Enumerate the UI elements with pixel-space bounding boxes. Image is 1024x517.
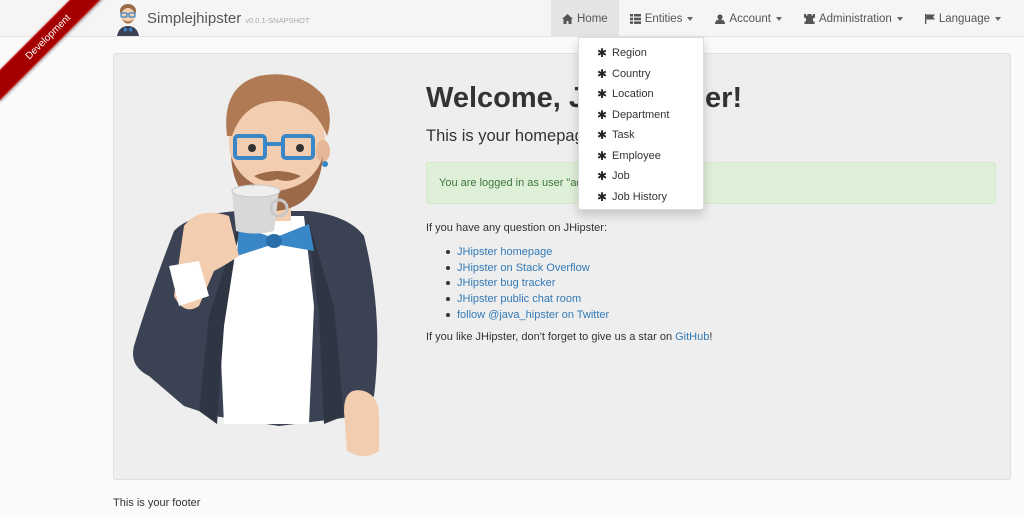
nav-entities-label: Entities xyxy=(644,12,683,25)
jhipster-links: JHipster homepage JHipster on Stack Over… xyxy=(446,244,609,323)
chevron-down-icon xyxy=(687,16,694,21)
list-item: JHipster on Stack Overflow xyxy=(446,260,609,276)
entity-label: Employee xyxy=(612,149,661,162)
star-suffix: ! xyxy=(709,331,713,343)
link-stack-overflow[interactable]: JHipster on Stack Overflow xyxy=(457,262,590,274)
footer: This is your footer xyxy=(113,497,201,509)
question-text: If you have any question on JHipster: xyxy=(426,222,607,234)
flag-icon xyxy=(924,13,935,24)
entity-task[interactable]: ✱ Task xyxy=(579,125,703,146)
development-ribbon: Development xyxy=(0,0,110,102)
chevron-down-icon xyxy=(995,16,1002,21)
entity-job-history[interactable]: ✱ Job History xyxy=(579,187,703,208)
entity-label: Department xyxy=(612,108,670,121)
nav-entities[interactable]: Entities xyxy=(619,0,705,37)
title-start: Welcome, J xyxy=(426,82,586,114)
list-item: JHipster homepage xyxy=(446,244,609,260)
brand-name: Simplejhipster xyxy=(147,10,242,27)
entity-job[interactable]: ✱ Job xyxy=(579,166,703,187)
login-alert-text: You are logged in as user "ad xyxy=(439,177,583,189)
asterisk-icon: ✱ xyxy=(597,148,608,163)
list-item: follow @java_hipster on Twitter xyxy=(446,307,609,323)
chevron-down-icon xyxy=(775,16,782,21)
welcome-jumbotron: Welcome, J er! This is your homepage You … xyxy=(113,53,1011,480)
hipster-illustration xyxy=(133,74,379,456)
link-bug-tracker[interactable]: JHipster bug tracker xyxy=(457,277,555,289)
link-chat-room[interactable]: JHipster public chat room xyxy=(457,293,581,305)
link-twitter[interactable]: follow @java_hipster on Twitter xyxy=(457,309,609,321)
brand-version: v0.0.1-SNAPSHOT xyxy=(245,16,310,25)
list-item: JHipster bug tracker xyxy=(446,276,609,292)
entities-dropdown-menu: ✱ Region ✱ Country ✱ Location ✱ Department ✱… xyxy=(578,37,704,210)
dev-ribbon-container: Development xyxy=(0,0,110,110)
nav-account-label: Account xyxy=(729,12,771,25)
github-star-text: If you like JHipster, don't forget to gi… xyxy=(426,331,712,343)
entity-employee[interactable]: ✱ Employee xyxy=(579,146,703,167)
nav-home-label: Home xyxy=(577,12,608,25)
asterisk-icon: ✱ xyxy=(597,107,608,122)
entity-label: Location xyxy=(612,88,654,101)
nav-home[interactable]: Home xyxy=(551,0,619,37)
asterisk-icon: ✱ xyxy=(597,128,608,143)
list-item: JHipster public chat room xyxy=(446,291,609,307)
page-subtitle: This is your homepage xyxy=(426,127,593,145)
nav-account[interactable]: Account xyxy=(704,0,793,37)
home-icon xyxy=(562,13,573,24)
tower-icon xyxy=(803,13,815,24)
entity-location[interactable]: ✱ Location xyxy=(579,84,703,105)
entity-label: Job xyxy=(612,170,630,183)
nav-language[interactable]: Language xyxy=(914,0,1012,37)
entity-label: Job History xyxy=(612,190,668,203)
hipster-logo-icon xyxy=(117,3,139,36)
link-homepage[interactable]: JHipster homepage xyxy=(457,246,552,258)
brand-link[interactable]: Simplejhipster v0.0.1-SNAPSHOT xyxy=(113,0,309,37)
entity-region[interactable]: ✱ Region xyxy=(579,43,703,64)
login-alert: You are logged in as user "ad xyxy=(426,162,996,204)
main-nav: Home Entities Account Administration Lan… xyxy=(551,0,1012,37)
github-link[interactable]: GitHub xyxy=(675,331,709,343)
asterisk-icon: ✱ xyxy=(597,87,608,102)
nav-administration-label: Administration xyxy=(818,12,892,25)
asterisk-icon: ✱ xyxy=(597,189,608,204)
chevron-down-icon xyxy=(896,16,903,21)
entity-label: Region xyxy=(612,47,647,60)
star-prefix: If you like JHipster, don't forget to gi… xyxy=(426,331,676,343)
entity-country[interactable]: ✱ Country xyxy=(579,64,703,85)
asterisk-icon: ✱ xyxy=(597,46,608,61)
navbar: Simplejhipster v0.0.1-SNAPSHOT Home Enti… xyxy=(0,0,1024,37)
asterisk-icon: ✱ xyxy=(597,66,608,81)
nav-language-label: Language xyxy=(938,12,991,25)
entity-label: Task xyxy=(612,129,635,142)
entity-department[interactable]: ✱ Department xyxy=(579,105,703,126)
nav-administration[interactable]: Administration xyxy=(793,0,914,37)
title-tail: er! xyxy=(705,82,743,114)
asterisk-icon: ✱ xyxy=(597,169,608,184)
user-icon xyxy=(715,13,726,24)
entity-label: Country xyxy=(612,67,651,80)
list-icon xyxy=(629,13,641,24)
